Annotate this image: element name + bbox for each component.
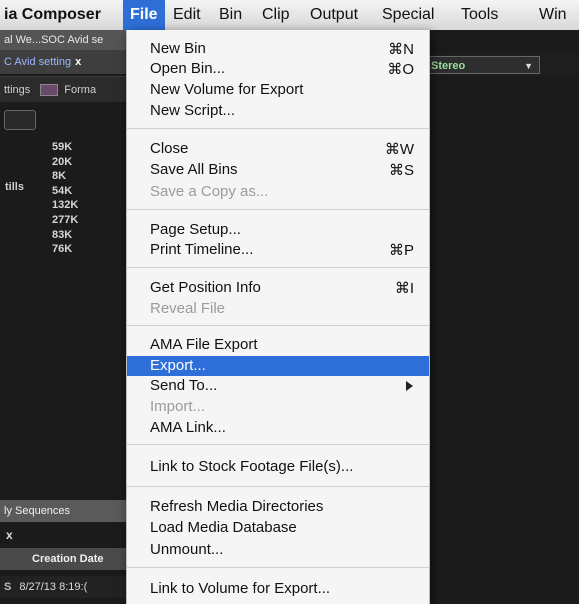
menu-item-label: Save All Bins xyxy=(150,161,238,178)
menu-item-label: Reveal File xyxy=(150,300,226,317)
menu-special[interactable]: Special xyxy=(382,6,434,24)
menu-item-label: Link to Stock Footage File(s)... xyxy=(150,458,354,475)
menu-item-label: Print Timeline... xyxy=(150,241,254,258)
menu-item-get-position-info[interactable]: Get Position Info ⌘I xyxy=(127,278,429,298)
menu-item-load-media-database[interactable]: Load Media Database xyxy=(127,518,429,538)
size-value: 8K xyxy=(52,170,67,183)
file-menu: New Bin ⌘N Open Bin... ⌘O New Volume for… xyxy=(126,30,430,604)
settings-tab[interactable]: C Avid setting x xyxy=(0,50,130,74)
menu-item-label: New Script... xyxy=(150,102,236,119)
row-date: 8/27/13 8:19:( xyxy=(19,581,88,593)
menu-item-label: Link to Volume for Export... xyxy=(150,580,331,597)
size-value: 132K xyxy=(52,199,79,212)
menu-item-label: Open Bin... xyxy=(150,60,226,77)
menu-item-ama-file-export[interactable]: AMA File Export xyxy=(127,335,429,355)
format-column-label: Forma xyxy=(64,84,97,96)
menu-item-label: New Bin xyxy=(150,40,206,57)
close-icon[interactable]: x xyxy=(6,528,13,542)
menu-item-label: Close xyxy=(150,140,189,157)
menu-item-new-bin[interactable]: New Bin ⌘N xyxy=(127,39,429,59)
shortcut-label: ⌘O xyxy=(387,61,414,78)
shortcut-label: ⌘N xyxy=(388,41,414,58)
shortcut-label: ⌘S xyxy=(388,162,414,179)
menu-item-label: Get Position Info xyxy=(150,279,261,296)
menu-item-label: AMA Link... xyxy=(150,419,226,436)
app-menu-title[interactable]: ia Composer xyxy=(4,6,101,24)
menu-separator xyxy=(127,128,429,129)
menu-item-label: Send To... xyxy=(150,377,218,394)
menu-separator xyxy=(127,267,429,268)
menu-item-label: Load Media Database xyxy=(150,519,297,536)
menu-item-open-bin[interactable]: Open Bin... ⌘O xyxy=(127,59,429,79)
size-value: 54K xyxy=(52,184,73,197)
menu-item-page-setup[interactable]: Page Setup... xyxy=(127,220,429,240)
menu-item-label: New Volume for Export xyxy=(150,81,304,98)
menu-separator xyxy=(127,486,429,487)
menu-separator xyxy=(127,567,429,568)
audio-mode-value: Stereo xyxy=(431,60,466,72)
size-value: 76K xyxy=(52,243,73,256)
menu-separator xyxy=(127,325,429,326)
menu-output[interactable]: Output xyxy=(310,6,358,24)
menu-tools[interactable]: Tools xyxy=(461,6,498,24)
stills-label: tills xyxy=(5,181,24,193)
menu-item-unmount[interactable]: Unmount... xyxy=(127,540,429,560)
menu-item-new-script[interactable]: New Script... xyxy=(127,101,429,121)
menu-separator xyxy=(127,444,429,445)
shortcut-label: ⌘P xyxy=(388,242,414,259)
menu-item-save-all-bins[interactable]: Save All Bins ⌘S xyxy=(127,160,429,180)
size-value: 277K xyxy=(52,213,79,226)
menu-item-export[interactable]: Export... xyxy=(127,356,429,376)
audio-mode-select[interactable]: Stereo ▼ xyxy=(426,56,540,74)
size-column: 59K 20K 8K 54K 132K 277K 83K 76K xyxy=(52,140,78,257)
settings-tab-label: C Avid setting xyxy=(4,56,72,68)
menu-item-label: Refresh Media Directories xyxy=(150,498,324,515)
window-tab[interactable]: al We...SOC Avid se xyxy=(0,30,130,50)
menu-separator xyxy=(127,209,429,210)
menu-clip[interactable]: Clip xyxy=(262,6,290,24)
sequences-bin-tab[interactable]: ly Sequences xyxy=(0,500,130,522)
menu-item-label: Save a Copy as... xyxy=(150,183,269,200)
bin-toolbar: ttings Forma xyxy=(0,76,130,102)
menu-item-import: Import... xyxy=(127,397,429,417)
menu-item-new-volume[interactable]: New Volume for Export xyxy=(127,80,429,100)
menu-item-label: Page Setup... xyxy=(150,221,241,238)
row-prefix: S xyxy=(4,581,12,593)
size-value: 20K xyxy=(52,155,73,168)
menu-edit[interactable]: Edit xyxy=(173,6,201,24)
menu-item-close[interactable]: Close ⌘W xyxy=(127,139,429,159)
menu-item-refresh-media[interactable]: Refresh Media Directories xyxy=(127,497,429,517)
size-value: 83K xyxy=(52,228,73,241)
menu-item-save-copy: Save a Copy as... xyxy=(127,182,429,202)
submenu-arrow-icon xyxy=(406,381,413,391)
menu-item-label: Import... xyxy=(150,398,206,415)
menu-file[interactable]: File xyxy=(123,0,165,30)
menu-bin[interactable]: Bin xyxy=(219,6,242,24)
chevron-down-icon: ▼ xyxy=(524,61,533,71)
menu-item-send-to[interactable]: Send To... xyxy=(127,376,429,396)
creation-date-header[interactable]: Creation Date xyxy=(0,548,130,570)
menu-item-link-stock-footage[interactable]: Link to Stock Footage File(s)... xyxy=(127,457,429,477)
bin-search-field[interactable] xyxy=(4,110,36,130)
menu-item-reveal-file: Reveal File xyxy=(127,299,429,319)
table-row[interactable]: S 8/27/13 8:19:( xyxy=(0,576,130,598)
shortcut-label: ⌘I xyxy=(394,280,414,297)
menu-item-label: Unmount... xyxy=(150,541,224,558)
menu-item-label: AMA File Export xyxy=(150,336,258,353)
menu-item-link-volume[interactable]: Link to Volume for Export... xyxy=(127,579,429,599)
settings-column-label: ttings xyxy=(4,84,31,96)
menu-item-ama-link[interactable]: AMA Link... xyxy=(127,418,429,438)
size-value: 59K xyxy=(52,141,73,153)
close-tab-button[interactable]: x xyxy=(75,56,81,68)
menu-window[interactable]: Win xyxy=(539,6,567,24)
menu-item-print-timeline[interactable]: Print Timeline... ⌘P xyxy=(127,240,429,260)
bin-view-icon[interactable] xyxy=(40,84,59,97)
menu-bar: ia Composer File Edit Bin Clip Output Sp… xyxy=(0,0,579,31)
menu-file-label: File xyxy=(130,6,158,23)
shortcut-label: ⌘W xyxy=(384,141,414,158)
menu-item-label: Export... xyxy=(150,357,206,374)
